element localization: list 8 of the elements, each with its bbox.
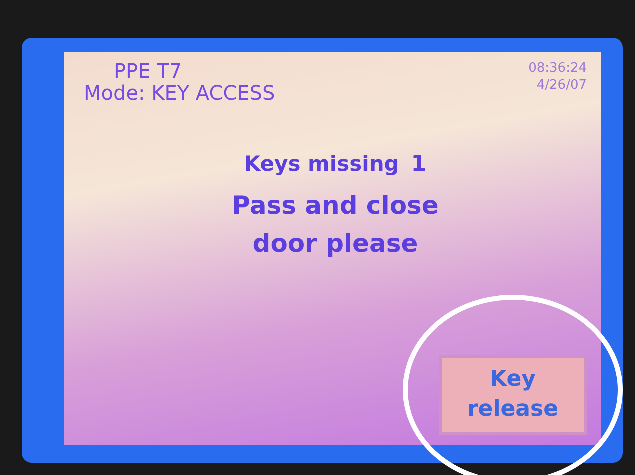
mode-label: Mode: KEY ACCESS xyxy=(84,82,276,104)
device-name: PPE T7 xyxy=(113,60,184,82)
date-label: 4/26/07 xyxy=(536,77,587,94)
keys-missing-label: Keys missing xyxy=(244,152,400,177)
keys-missing-count: 1 xyxy=(411,152,427,177)
time-label: 08:36:24 xyxy=(528,60,587,77)
key-release-button[interactable]: Key release xyxy=(439,355,587,435)
instruction-text: Pass and close door please xyxy=(231,190,440,260)
